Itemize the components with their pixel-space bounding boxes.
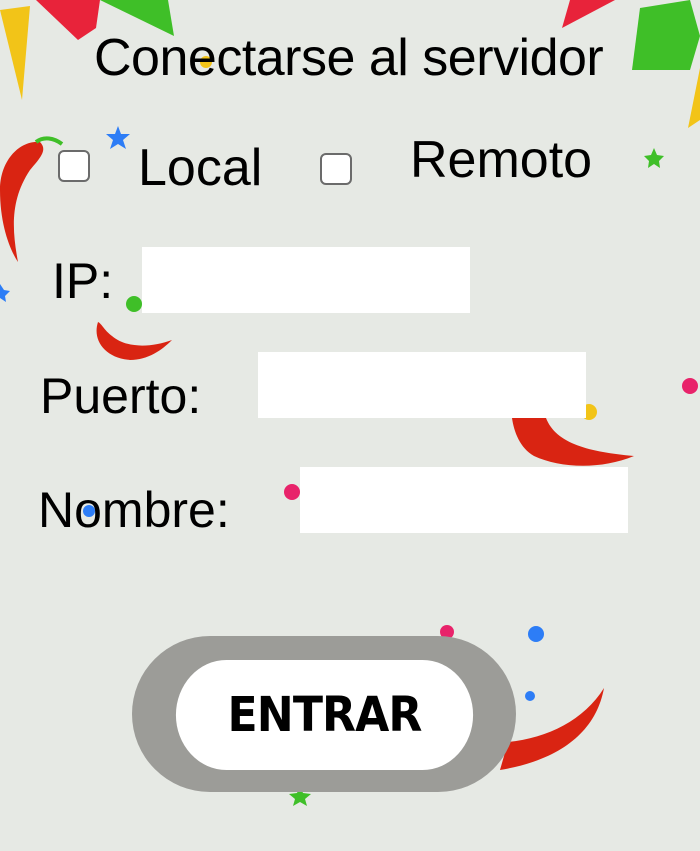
remote-checkbox[interactable] xyxy=(320,153,352,185)
local-checkbox[interactable] xyxy=(58,150,90,182)
bunting-flag-yellow-right-icon xyxy=(688,68,700,128)
star-icon xyxy=(644,148,664,168)
local-label: Local xyxy=(138,139,263,197)
page-title: Conectarse al servidor xyxy=(94,29,604,87)
enter-button[interactable]: ENTRAR xyxy=(175,660,474,770)
ip-label: IP: xyxy=(52,253,114,309)
remote-label: Remoto xyxy=(410,131,593,189)
chili-pepper-icon xyxy=(96,322,172,360)
chili-pepper-icon xyxy=(0,141,44,262)
bunting-flag-red-icon xyxy=(36,0,100,40)
star-icon xyxy=(106,126,130,149)
name-input[interactable] xyxy=(300,467,628,533)
chili-pepper-icon xyxy=(512,418,634,466)
bunting-flag-yellow-icon xyxy=(0,6,30,100)
name-label: Nombre: xyxy=(38,482,230,538)
port-label: Puerto: xyxy=(40,368,202,424)
star-icon xyxy=(0,284,10,302)
port-input[interactable] xyxy=(258,352,586,418)
bunting-flag-red-right-icon xyxy=(562,0,615,28)
chili-pepper-icon xyxy=(500,688,604,770)
ip-input[interactable] xyxy=(142,247,470,313)
bunting-flag-green-right-icon xyxy=(632,0,700,70)
